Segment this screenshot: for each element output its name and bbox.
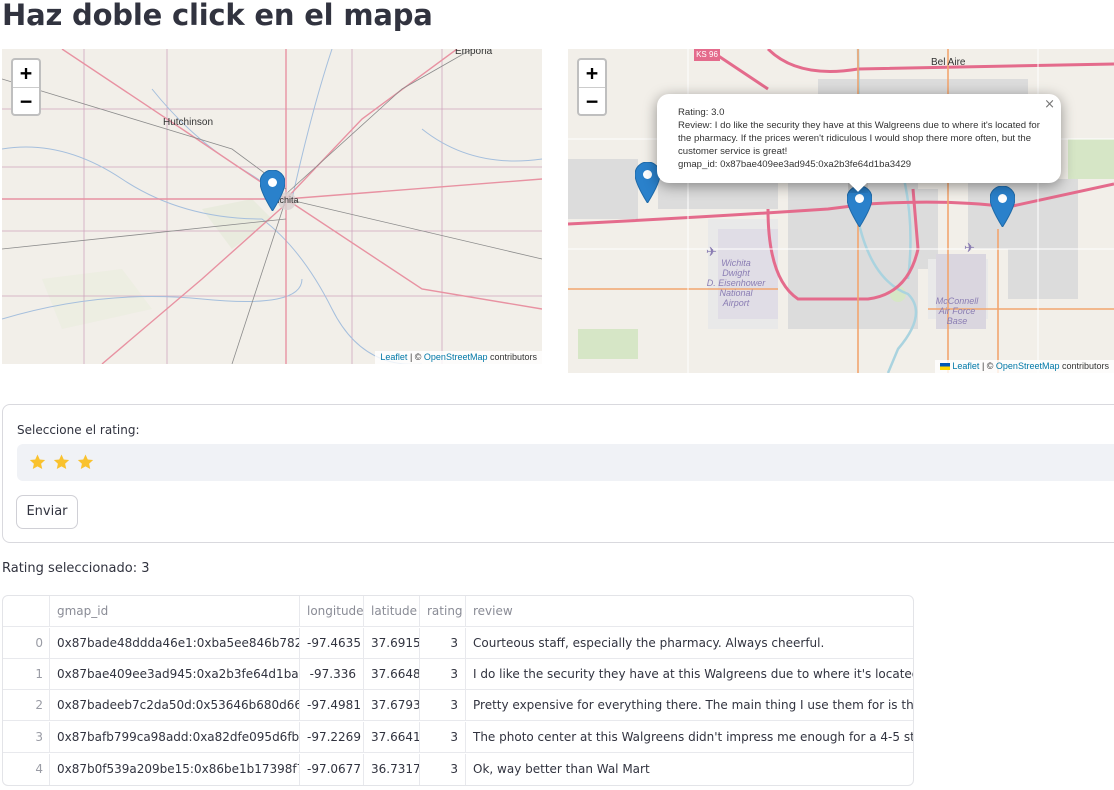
rating-label: Seleccione el rating: — [17, 423, 140, 437]
cell-index: 3 — [3, 722, 50, 753]
zoom-in-button[interactable]: + — [579, 60, 605, 87]
cell-review: The photo center at this Walgreens didn'… — [473, 730, 913, 744]
zoom-out-button[interactable]: − — [13, 87, 39, 114]
attribution-contributors: contributors — [1059, 361, 1109, 371]
cell-longitude: -97.4981 — [300, 690, 364, 721]
marker-popup: × Rating: 3.0 Review: I do like the secu… — [657, 94, 1061, 183]
cell-review: Ok, way better than Wal Mart — [473, 762, 650, 776]
cell-longitude: -97.2269 — [300, 722, 364, 753]
cell-latitude: 37.6648 — [364, 659, 420, 690]
map-label-airport-line: Dwight — [722, 268, 750, 278]
attribution-separator: | © — [979, 361, 996, 371]
cell-latitude: 37.6641 — [364, 722, 420, 753]
cell-gmap-id: 0x87badeeb7c2da50d:0x53646b680d66dd21 — [50, 690, 300, 721]
cell-review: I do like the security they have at this… — [473, 667, 913, 681]
airbase-plane-icon: ✈ — [964, 241, 975, 256]
table-header-row: gmap_id longitude latitude rating review — [3, 596, 913, 627]
cell-gmap-id: 0x87bae409ee3ad945:0xa2b3fe64d1ba3429 — [50, 659, 300, 690]
table-row[interactable]: 0 0x87bade48ddda46e1:0xba5ee846b782ece9 … — [3, 628, 913, 659]
cell-latitude: 37.6915 — [364, 628, 420, 659]
submit-button[interactable]: Enviar — [16, 495, 78, 529]
ukraine-flag-icon — [940, 363, 951, 370]
map-pin-icon[interactable] — [260, 170, 285, 211]
attribution-separator: | © — [407, 352, 424, 362]
zoom-control: + − — [11, 58, 41, 116]
table-row[interactable]: 1 0x87bae409ee3ad945:0xa2b3fe64d1ba3429 … — [3, 659, 913, 690]
rating-form: Seleccione el rating: Enviar — [2, 404, 1114, 543]
zoom-out-button[interactable]: − — [579, 87, 605, 114]
cell-gmap-id: 0x87b0f539a209be15:0x86be1b17398f7492 — [50, 754, 300, 785]
cell-latitude: 36.7317 — [364, 754, 420, 785]
popup-rating: Rating: 3.0 — [678, 107, 725, 118]
cell-review: Pretty expensive for everything there. T… — [473, 698, 914, 712]
map-label-airport-line: Wichita — [721, 258, 751, 268]
selected-rating-text: Rating seleccionado: 3 — [2, 561, 150, 576]
cell-latitude: 37.6793 — [364, 690, 420, 721]
map-label-mcconnell-line: McConnell — [935, 296, 979, 306]
map-pin-icon[interactable] — [990, 186, 1015, 227]
map-label-mcconnell-line: Base — [946, 316, 968, 326]
popup-gmap-id: gmap_id: 0x87bae409ee3ad945:0xa2b3fe64d1… — [678, 159, 912, 170]
star-rating-widget[interactable] — [17, 444, 1114, 481]
map-label-emporia: Emporia — [455, 49, 493, 57]
map-attribution: Leaflet | © OpenStreetMap contributors — [375, 351, 542, 364]
zoom-in-button[interactable]: + — [13, 60, 39, 87]
leaflet-link[interactable]: Leaflet — [380, 352, 407, 362]
map-label-airport: Wichita Dwight D. Eisenhower National Ai… — [686, 258, 786, 308]
column-header-rating[interactable]: rating — [420, 596, 466, 627]
leaflet-link[interactable]: Leaflet — [952, 361, 979, 371]
map-label-airport-line: Airport — [722, 298, 750, 308]
cell-gmap-id: 0x87bade48ddda46e1:0xba5ee846b782ece9 — [50, 628, 300, 659]
column-header-latitude[interactable]: latitude — [364, 596, 420, 627]
attribution-contributors: contributors — [487, 352, 537, 362]
cell-index: 4 — [3, 754, 50, 785]
cell-longitude: -97.336 — [300, 659, 364, 690]
map-label-airport-line: National — [719, 288, 753, 298]
column-header-longitude[interactable]: longitude — [300, 596, 364, 627]
popup-tip — [848, 183, 868, 193]
star-icon[interactable] — [76, 453, 95, 471]
map-label-hutchinson: Hutchinson — [163, 117, 214, 128]
zoom-control: + − — [577, 58, 607, 116]
cell-review: Courteous staff, especially the pharmacy… — [473, 636, 825, 650]
table-row[interactable]: 3 0x87bafb799ca98add:0xa82dfe095d6fbe36 … — [3, 722, 913, 753]
osm-link[interactable]: OpenStreetMap — [996, 361, 1060, 371]
map-label-mcconnell-line: Air Force — [938, 306, 976, 316]
cell-index: 2 — [3, 690, 50, 721]
column-header-review[interactable]: review — [466, 596, 913, 627]
cell-gmap-id: 0x87bafb799ca98add:0xa82dfe095d6fbe36 — [50, 722, 300, 753]
star-icon[interactable] — [52, 453, 71, 471]
overview-map[interactable]: Emporia Hutchinson Wichita + − Leaflet |… — [2, 49, 542, 364]
column-header-index[interactable] — [3, 596, 50, 627]
cell-longitude: -97.4635 — [300, 628, 364, 659]
cell-rating: 3 — [420, 754, 466, 785]
table-row[interactable]: 2 0x87badeeb7c2da50d:0x53646b680d66dd21 … — [3, 690, 914, 721]
table-row[interactable]: 4 0x87b0f539a209be15:0x86be1b17398f7492 … — [3, 754, 913, 785]
page-title: Haz doble click en el mapa — [2, 0, 433, 32]
cell-longitude: -97.0677 — [300, 754, 364, 785]
cell-index: 1 — [3, 659, 50, 690]
cell-index: 0 — [3, 628, 50, 659]
detail-map[interactable]: KS 96 Bel Aire ✈ ✈ Wichita Dwight D. Eis… — [568, 49, 1114, 373]
osm-link[interactable]: OpenStreetMap — [424, 352, 488, 362]
results-table[interactable]: gmap_id longitude latitude rating review… — [2, 595, 914, 786]
map-attribution: Leaflet | © OpenStreetMap contributors — [935, 360, 1114, 373]
cell-rating: 3 — [420, 628, 466, 659]
map-label-mcconnell: McConnell Air Force Base — [917, 296, 997, 326]
star-icon[interactable] — [28, 453, 47, 471]
popup-review: Review: I do like the security they have… — [678, 120, 1040, 157]
map-label-airport-line: D. Eisenhower — [706, 278, 766, 288]
map-label-bel-aire: Bel Aire — [931, 57, 966, 68]
cell-rating: 3 — [420, 690, 466, 721]
cell-rating: 3 — [420, 722, 466, 753]
cell-rating: 3 — [420, 659, 466, 690]
column-header-gmap-id[interactable]: gmap_id — [50, 596, 300, 627]
highway-shield-ks96: KS 96 — [694, 49, 720, 61]
popup-close-button[interactable]: × — [1044, 98, 1055, 111]
